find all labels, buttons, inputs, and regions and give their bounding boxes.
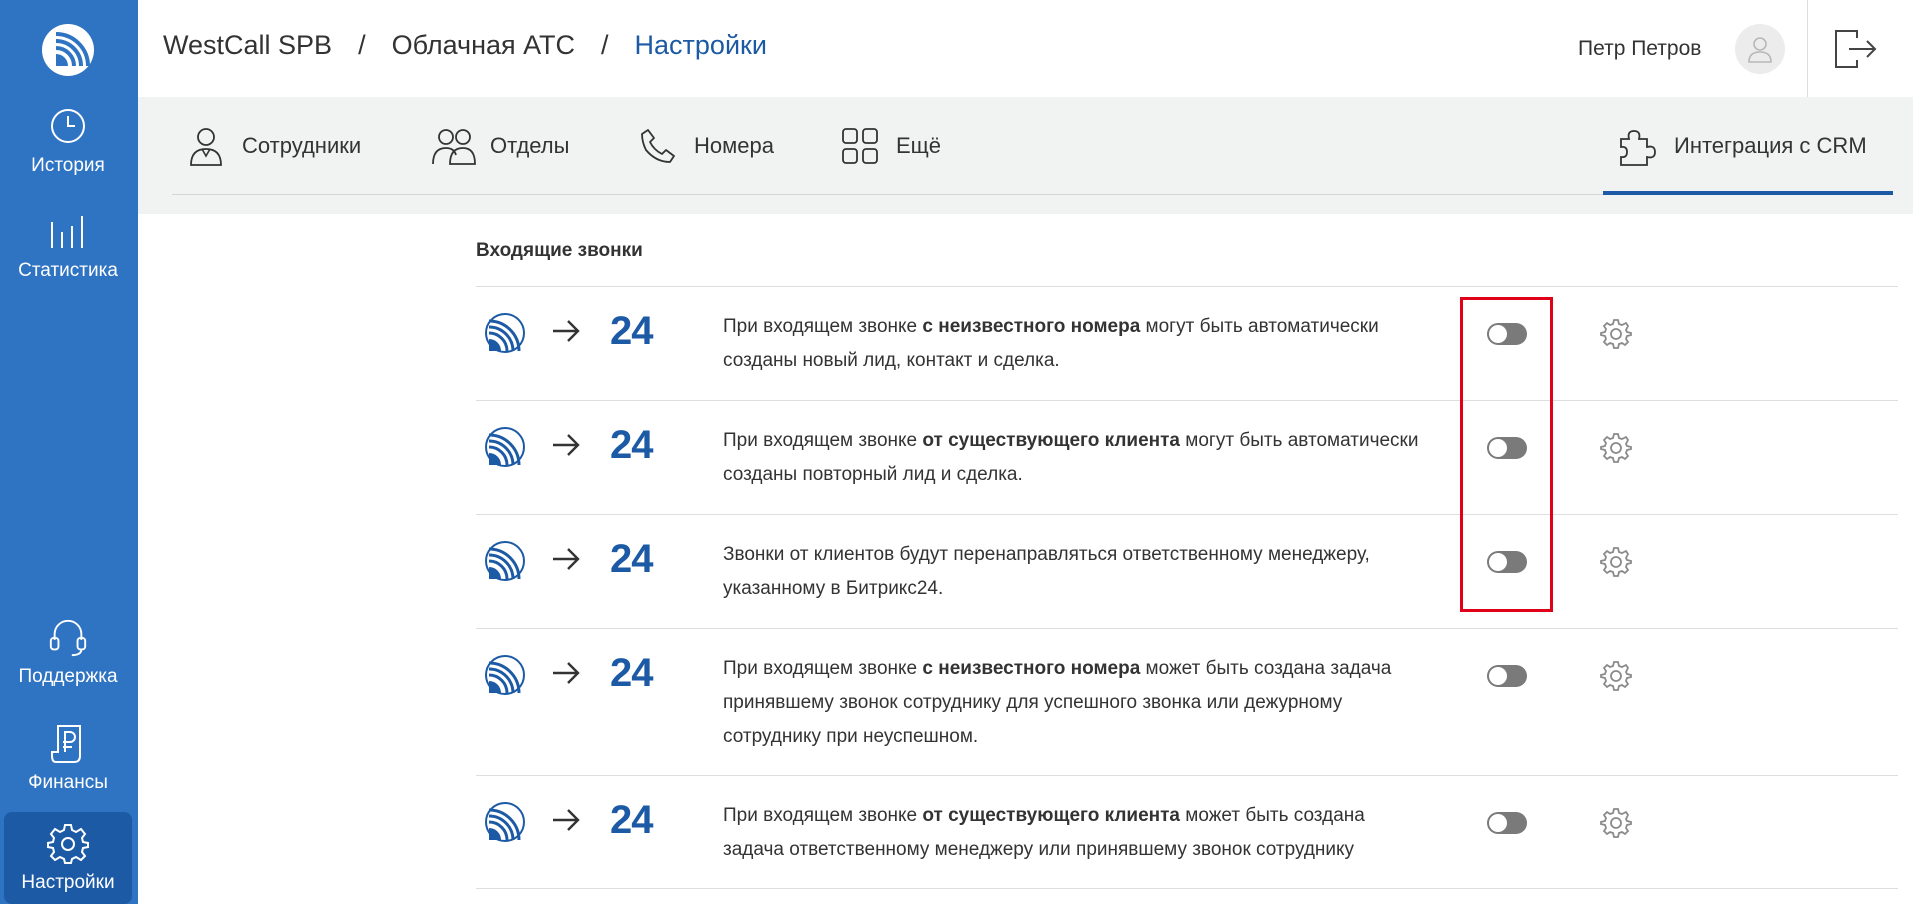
rule-description: При входящем звонке от существующего кли… (723, 430, 1419, 485)
breadcrumb-current: Настройки (634, 30, 767, 60)
rule-toggle[interactable] (1487, 551, 1527, 573)
rule-description: При входящем звонке от существующего кли… (723, 805, 1365, 860)
section-title: Входящие звонки (476, 240, 643, 261)
list-item: 24 При входящем звонке от существующего … (476, 400, 1898, 514)
user-icon (1748, 37, 1772, 63)
tab-label: Сотрудники (242, 133, 362, 158)
gear-icon[interactable] (1600, 660, 1632, 692)
arrow-right-icon (553, 662, 580, 684)
rule-toggle[interactable] (1487, 437, 1527, 459)
arrow-right-icon (553, 548, 580, 570)
tab-departments[interactable]: Отделы (432, 122, 569, 170)
tab-label: Номера (694, 133, 774, 158)
sidebar-item-label: Статистика (18, 260, 118, 281)
arrow-right-icon (553, 809, 580, 831)
gear-icon[interactable] (1600, 546, 1632, 578)
ruble-receipt-icon (47, 722, 89, 764)
header: WestCall SPB / Облачная АТС / Настройки … (138, 0, 1913, 97)
breadcrumb-separator: / (601, 30, 609, 60)
tab-label: Отделы (490, 133, 570, 158)
rule-description: Звонки от клиентов будут перенаправлятьс… (723, 544, 1370, 599)
sidebar-item-label: Финансы (28, 772, 108, 793)
bitrix24-logo: 24 (610, 651, 653, 695)
header-divider (1807, 0, 1808, 97)
group-icon (432, 124, 476, 168)
rule-toggle[interactable] (1487, 665, 1527, 687)
grid-icon (838, 124, 882, 168)
gear-icon[interactable] (1600, 318, 1632, 350)
bitrix24-logo: 24 (610, 423, 653, 467)
bar-chart-icon (47, 210, 89, 252)
clock-icon (47, 105, 89, 147)
breadcrumb-separator: / (358, 30, 366, 60)
gear-icon (47, 822, 89, 864)
westcall-icon (485, 802, 525, 842)
rule-toggle[interactable] (1487, 323, 1527, 345)
tab-employees[interactable]: Сотрудники (184, 122, 361, 170)
westcall-icon (485, 655, 525, 695)
gear-icon[interactable] (1600, 432, 1632, 464)
breadcrumb-company[interactable]: WestCall SPB (163, 30, 332, 61)
tab-more[interactable]: Ещё (838, 122, 941, 170)
breadcrumb-pbx[interactable]: Облачная АТС (392, 30, 575, 61)
westcall-icon (485, 427, 525, 467)
tab-label: Интеграция с CRM (1674, 133, 1867, 158)
sidebar-item-support[interactable]: Поддержка (4, 606, 132, 698)
arrow-right-icon (553, 320, 580, 342)
rule-description: При входящем звонке с неизвестного номер… (723, 658, 1392, 747)
avatar[interactable] (1735, 24, 1785, 74)
rule-description: При входящем звонке с неизвестного номер… (723, 316, 1379, 371)
tab-crm-integration[interactable]: Интеграция с CRM (1616, 122, 1867, 170)
tab-numbers[interactable]: Номера (636, 122, 774, 170)
bitrix24-logo: 24 (610, 309, 653, 353)
sidebar-item-label: Поддержка (18, 666, 118, 687)
arrow-right-icon (553, 434, 580, 456)
rule-toggle[interactable] (1487, 812, 1527, 834)
user-name[interactable]: Петр Петров (1578, 37, 1701, 61)
sidebar: История Статистика Поддержка Финансы Нас… (0, 0, 138, 904)
tab-label: Ещё (896, 133, 942, 158)
headset-icon (47, 616, 89, 658)
sidebar-item-statistics[interactable]: Статистика (4, 200, 132, 292)
sidebar-item-label: Настройки (21, 872, 115, 893)
sidebar-item-history[interactable]: История (4, 95, 132, 187)
active-tab-indicator (1603, 191, 1893, 195)
sidebar-item-finance[interactable]: Финансы (4, 712, 132, 804)
puzzle-icon (1616, 124, 1660, 168)
gear-icon[interactable] (1600, 807, 1632, 839)
westcall-icon (485, 541, 525, 581)
list-item: 24 При входящем звонке с неизвестного но… (476, 286, 1898, 400)
sidebar-item-settings[interactable]: Настройки (4, 812, 132, 904)
logout-icon (1835, 30, 1877, 68)
logout-button[interactable] (1833, 28, 1879, 70)
bitrix24-logo: 24 (610, 537, 653, 581)
list-item: 24 При входящем звонке с неизвестного но… (476, 628, 1898, 775)
westcall-icon (485, 313, 525, 353)
westcall-logo[interactable] (40, 22, 96, 78)
list-item: 24 Звонки от клиентов будут перенаправля… (476, 514, 1898, 628)
tab-bar: Сотрудники Отделы Номера Ещё Интеграция … (138, 97, 1913, 214)
rules-list: 24 При входящем звонке с неизвестного но… (476, 286, 1898, 889)
list-item: 24 При входящем звонке от существующего … (476, 775, 1898, 889)
breadcrumb: WestCall SPB / Облачная АТС / Настройки (163, 30, 767, 61)
bitrix24-logo: 24 (610, 798, 653, 842)
phone-icon (636, 124, 680, 168)
sidebar-item-label: История (31, 155, 105, 176)
person-icon (184, 124, 228, 168)
